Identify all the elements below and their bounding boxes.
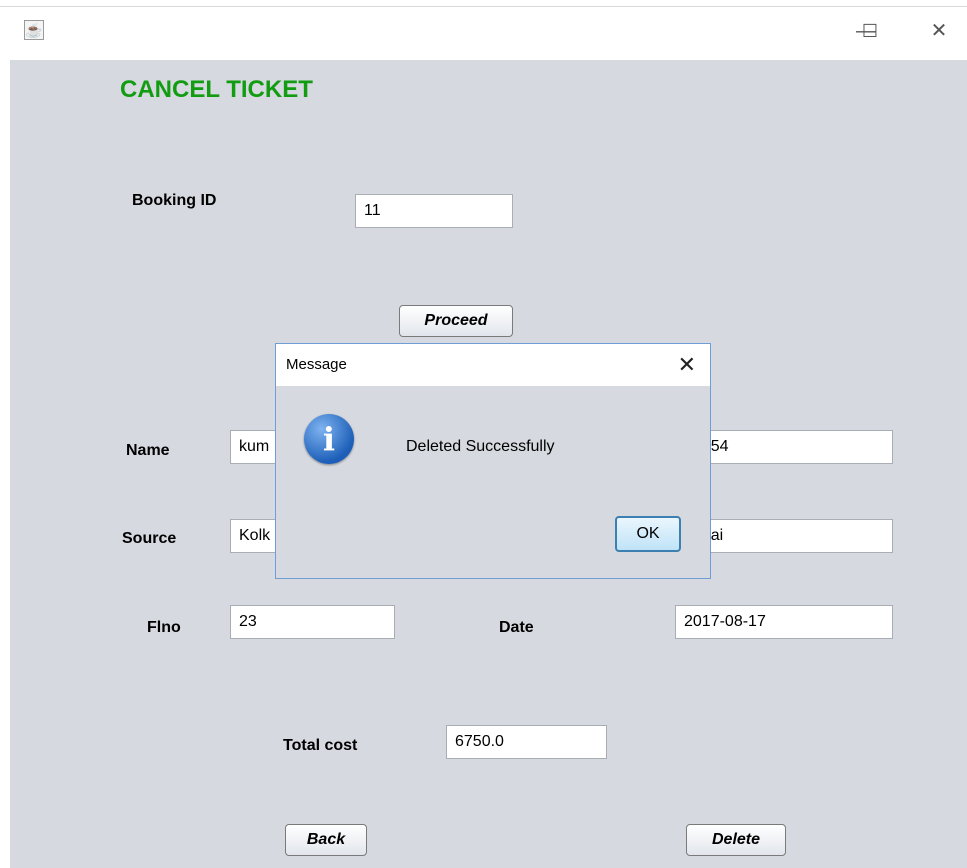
message-dialog: Message ✕ i Deleted Successfully OK — [275, 343, 711, 579]
maximize-icon: ☐ — [861, 21, 879, 41]
window-titlebar: ☕ — ✕ — [0, 0, 967, 60]
date-field[interactable]: 2017-08-17 — [675, 605, 893, 639]
dialog-titlebar: Message ✕ — [276, 344, 710, 386]
info-icon: i — [304, 414, 354, 464]
flno-label: Flno — [147, 619, 181, 636]
proceed-button[interactable]: Proceed — [399, 305, 513, 337]
source-label: Source — [122, 530, 177, 547]
booking-id-label: Booking ID — [132, 192, 217, 209]
total-cost-field[interactable]: 6750.0 — [446, 725, 607, 759]
dialog-message: Deleted Successfully — [406, 438, 555, 455]
ok-button[interactable]: OK — [615, 516, 681, 552]
booking-id-field[interactable]: 11 — [355, 194, 513, 228]
java-app-icon[interactable]: ☕ — [24, 20, 44, 40]
total-cost-label: Total cost — [283, 737, 358, 754]
close-window-button[interactable]: ✕ — [925, 18, 953, 44]
dialog-title: Message — [286, 356, 347, 373]
flno-field[interactable]: 23 — [230, 605, 395, 639]
dialog-close-icon[interactable]: ✕ — [678, 352, 696, 378]
back-button[interactable]: Back — [285, 824, 367, 856]
top-divider — [0, 6, 967, 7]
delete-button[interactable]: Delete — [686, 824, 786, 856]
name-label: Name — [126, 442, 170, 459]
date-label: Date — [499, 619, 534, 636]
page-title: CANCEL TICKET — [120, 76, 313, 103]
